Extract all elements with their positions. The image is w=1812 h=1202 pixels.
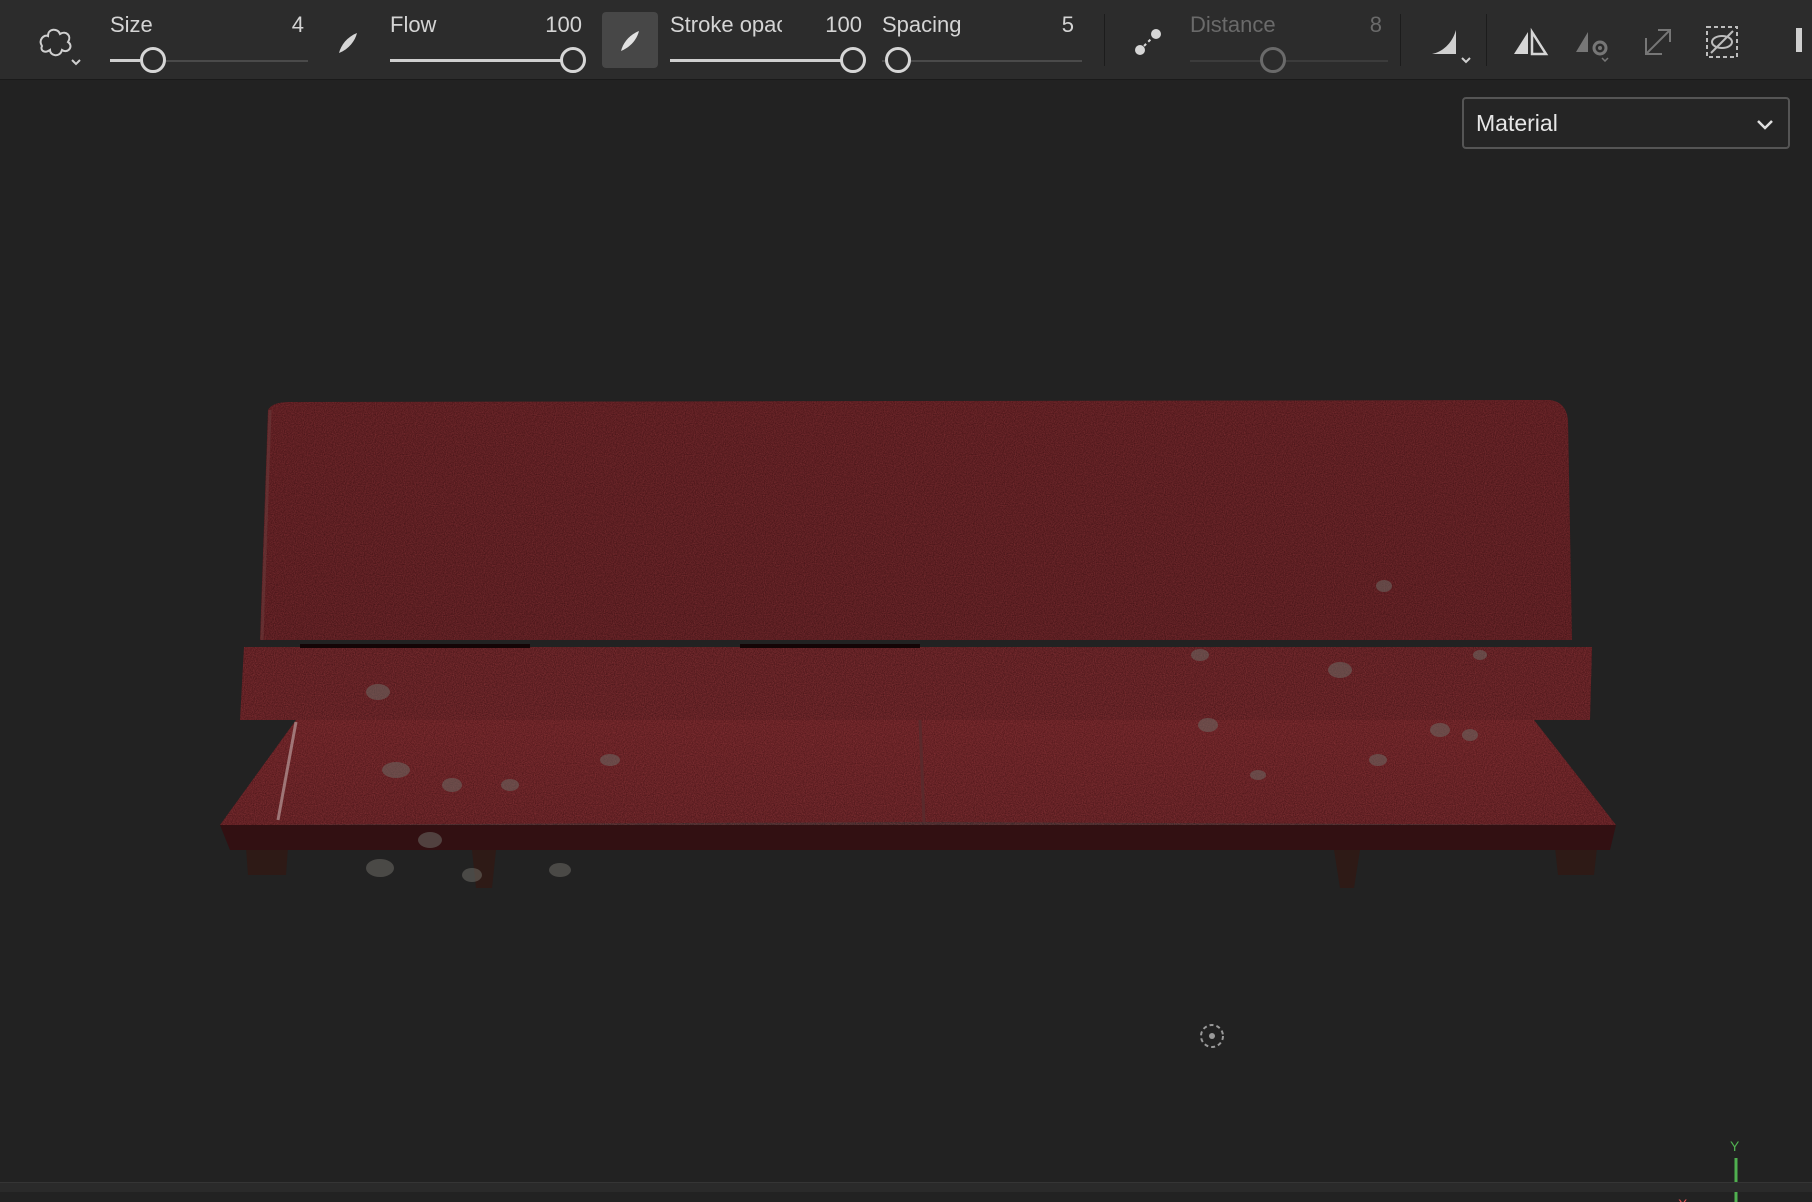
axis-y-label: Y bbox=[1730, 1138, 1740, 1154]
flow-knob[interactable] bbox=[560, 47, 586, 73]
symmetry-settings-button[interactable] bbox=[1570, 20, 1614, 64]
symmetry-icon bbox=[1514, 27, 1549, 56]
distance-value[interactable]: 8 bbox=[1340, 12, 1382, 38]
display-mode-value: Material bbox=[1476, 109, 1558, 136]
sofa-model bbox=[220, 400, 1616, 888]
axis-gizmo: X Y Z bbox=[1678, 1138, 1740, 1202]
lazy-mouse-icon bbox=[1135, 29, 1161, 55]
spacing-value[interactable]: 5 bbox=[1030, 12, 1074, 38]
distance-label: Distance bbox=[1190, 12, 1276, 37]
display-mode-select[interactable]: Material bbox=[1462, 97, 1790, 149]
backface-culling-button[interactable] bbox=[1700, 20, 1744, 64]
chevron-down-icon bbox=[1757, 120, 1773, 130]
spacing-label: Spacing bbox=[882, 12, 962, 37]
3d-viewport[interactable]: X Y Z bbox=[0, 80, 1812, 1202]
stroke-opacity-label: Stroke opac bbox=[670, 12, 782, 37]
pen-icon bbox=[621, 31, 639, 51]
viewport-bottom-bar bbox=[0, 1182, 1812, 1192]
size-knob[interactable] bbox=[140, 47, 166, 73]
pressure-curve-button[interactable] bbox=[1426, 18, 1482, 68]
stroke-opacity-pen-button[interactable] bbox=[602, 12, 658, 68]
axis-x-label: X bbox=[1678, 1196, 1688, 1202]
toolbar-separator bbox=[1486, 14, 1487, 66]
align-button[interactable] bbox=[1636, 20, 1680, 64]
rotation-pivot-icon bbox=[1200, 1024, 1224, 1048]
lazy-mouse-button[interactable] bbox=[1128, 20, 1168, 64]
stroke-opacity-value[interactable]: 100 bbox=[800, 12, 862, 38]
pen-icon bbox=[339, 33, 357, 53]
sofa-leg bbox=[1334, 850, 1360, 888]
flow-pen-button[interactable] bbox=[330, 22, 366, 62]
flow-label: Flow bbox=[390, 12, 437, 37]
spacing-track[interactable] bbox=[882, 60, 1082, 62]
stroke-opacity-knob[interactable] bbox=[840, 47, 866, 73]
pressure-curve-icon bbox=[1432, 30, 1471, 64]
flow-value[interactable]: 100 bbox=[520, 12, 582, 38]
toolbar-overflow-handle[interactable] bbox=[1796, 28, 1802, 52]
stroke-opacity-fill bbox=[670, 59, 842, 62]
distance-knob[interactable] bbox=[1260, 47, 1286, 73]
symmetry-settings-icon bbox=[1576, 32, 1609, 62]
spacing-knob[interactable] bbox=[885, 47, 911, 73]
flow-fill bbox=[390, 59, 562, 62]
toolbar-separator bbox=[1400, 14, 1401, 66]
backface-culling-icon bbox=[1706, 26, 1738, 58]
toolbar-separator bbox=[1104, 14, 1105, 66]
symmetry-button[interactable] bbox=[1508, 20, 1552, 64]
brush-preset-icon bbox=[39, 28, 81, 66]
brush-toolbar: Size 4 Flow 100 Stroke opac 100 Spacing … bbox=[0, 0, 1812, 80]
size-fill bbox=[110, 59, 140, 62]
size-value[interactable]: 4 bbox=[260, 12, 304, 38]
distance-track[interactable] bbox=[1190, 60, 1388, 62]
brush-preset-button[interactable] bbox=[32, 16, 88, 68]
align-icon bbox=[1645, 29, 1671, 55]
size-label: Size bbox=[110, 12, 153, 37]
